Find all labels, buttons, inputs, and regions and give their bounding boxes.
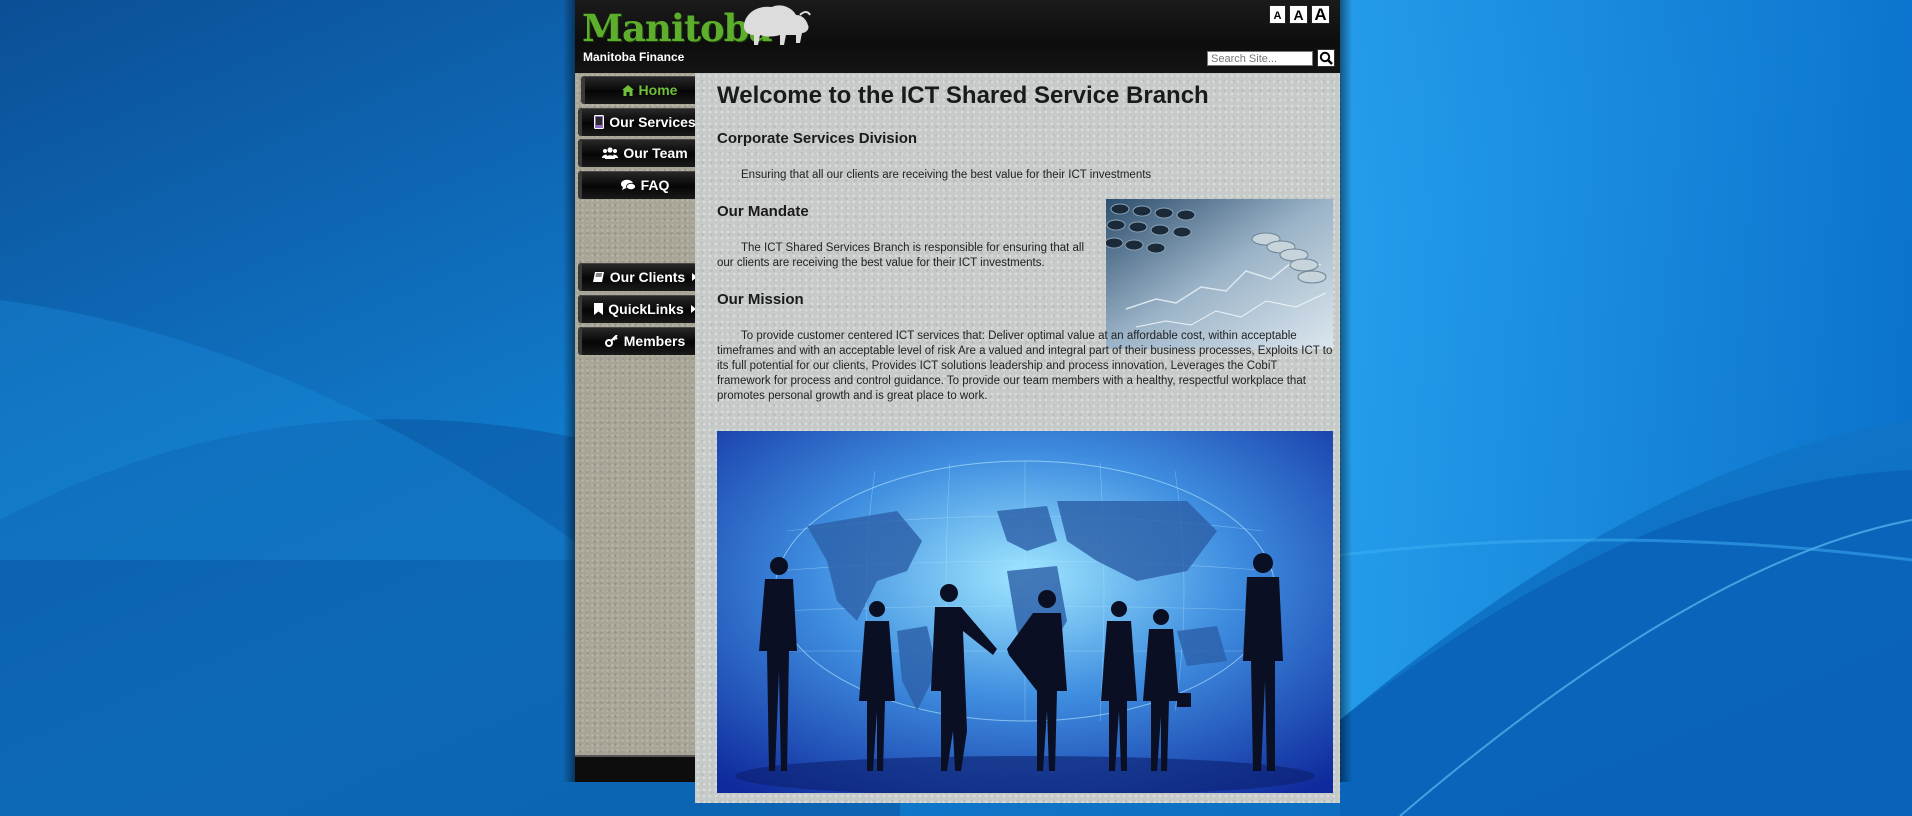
text-size-small-button[interactable]: A: [1269, 5, 1286, 24]
search-input[interactable]: [1207, 51, 1313, 66]
search-icon: [1319, 51, 1333, 65]
mission-heading: Our Mission: [717, 291, 804, 308]
nav-label: QuickLinks: [608, 301, 684, 317]
main-content: Welcome to the ICT Shared Service Branch…: [695, 73, 1340, 803]
sidebar: Home Our Services Our Team FAQ Our Clien…: [575, 73, 714, 755]
nav-item-our-services[interactable]: Our Services: [578, 108, 708, 136]
nav-label: Our Clients: [609, 269, 686, 285]
division-text: Ensuring that all our clients are receiv…: [741, 169, 1152, 181]
site-header: Manitoba Manitoba Finance A A A: [575, 0, 1340, 73]
tablet-icon: [594, 115, 605, 129]
home-icon: [621, 84, 634, 96]
search-button[interactable]: [1317, 49, 1335, 67]
bookmark-icon: [594, 303, 604, 315]
mandate-heading: Our Mandate: [717, 203, 809, 220]
nav-item-faq[interactable]: FAQ: [578, 171, 708, 199]
global-business-image: [717, 431, 1333, 793]
bison-logo-icon: [744, 5, 811, 46]
book-icon: [592, 271, 605, 283]
nav-item-members[interactable]: Members: [578, 327, 708, 355]
nav-label: Our Team: [623, 145, 688, 161]
page-title: Welcome to the ICT Shared Service Branch: [717, 82, 1209, 109]
nav-label: FAQ: [640, 177, 670, 193]
text-size-large-button[interactable]: A: [1311, 5, 1330, 24]
nav-label: Home: [638, 82, 678, 98]
department-name: Manitoba Finance: [583, 50, 685, 64]
sidebar-footer: [575, 755, 695, 782]
nav-label: Our Services: [609, 114, 696, 130]
mandate-text: The ICT Shared Services Branch is respon…: [717, 242, 1085, 269]
nav-item-our-team[interactable]: Our Team: [578, 139, 708, 167]
comments-icon: [620, 179, 636, 191]
users-icon: [602, 147, 619, 159]
nav-item-our-clients[interactable]: Our Clients: [578, 263, 708, 291]
division-heading: Corporate Services Division: [717, 130, 918, 147]
nav-item-quicklinks[interactable]: QuickLinks: [578, 295, 708, 323]
finance-calculator-image: [1106, 199, 1333, 349]
key-icon: [604, 335, 619, 347]
text-size-medium-button[interactable]: A: [1289, 5, 1308, 24]
mission-text: To provide customer centered ICT service…: [717, 330, 1333, 402]
nav-label: Members: [623, 333, 686, 349]
